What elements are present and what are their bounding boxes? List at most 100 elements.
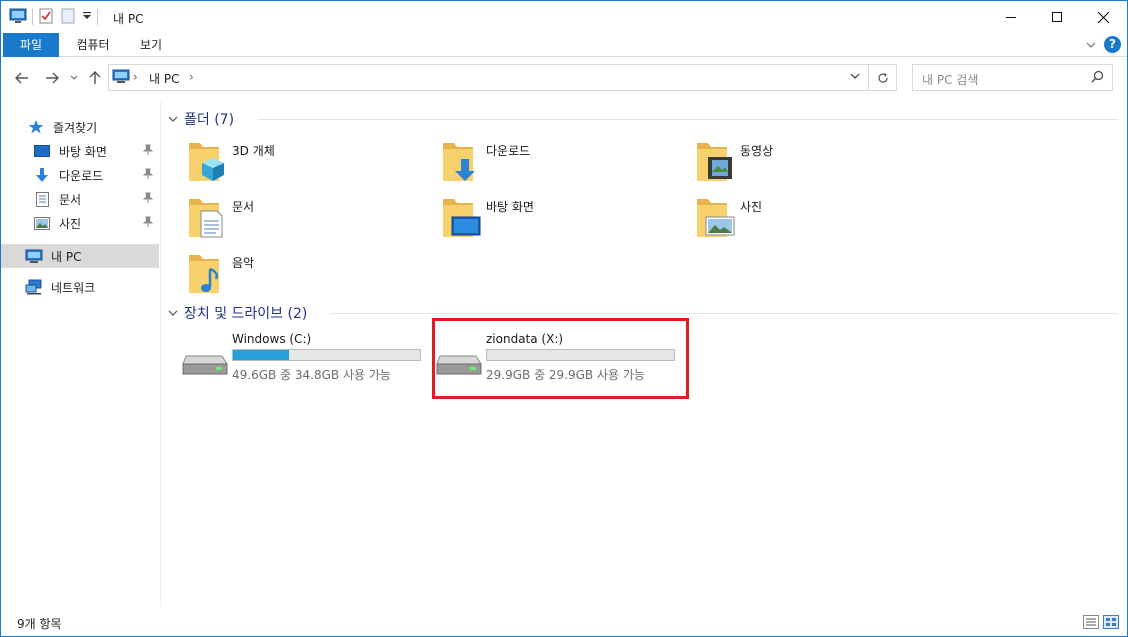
hard-drive-icon	[182, 355, 228, 375]
folder-music[interactable]: 음악	[186, 251, 436, 299]
nav-item-label: 내 PC	[51, 249, 82, 264]
folder-desktop[interactable]: 바탕 화면	[440, 195, 690, 243]
expand-ribbon-icon[interactable]	[1086, 38, 1096, 52]
folder-label: 바탕 화면	[486, 200, 534, 214]
folder-label: 사진	[740, 200, 763, 214]
tab-view[interactable]: 보기	[135, 33, 167, 57]
view-switcher	[1083, 615, 1119, 632]
drive-usage-bar	[232, 349, 421, 361]
computer-icon	[25, 248, 43, 264]
folder-videos[interactable]: 동영상	[694, 139, 944, 187]
3d-objects-folder-icon	[189, 143, 224, 181]
navigation-row: › 내 PC › 내 PC 검색	[1, 59, 1127, 97]
search-box[interactable]: 내 PC 검색	[912, 64, 1113, 91]
drive-free-space: 49.6GB 중 34.8GB 사용 가능	[232, 368, 391, 382]
folder-label: 문서	[232, 200, 255, 214]
customize-toolbar-dropdown-icon[interactable]	[82, 10, 92, 24]
pin-icon[interactable]	[142, 216, 154, 231]
search-placeholder: 내 PC 검색	[922, 73, 979, 87]
back-button[interactable]	[13, 68, 31, 88]
music-folder-icon	[189, 255, 219, 293]
folder-pictures[interactable]: 사진	[694, 195, 944, 243]
documents-folder-icon	[189, 199, 223, 238]
refresh-icon	[877, 72, 888, 83]
chevron-down-icon[interactable]	[168, 307, 184, 320]
forward-arrow-icon	[46, 72, 59, 84]
minimize-button[interactable]	[988, 1, 1034, 33]
computer-icon[interactable]	[9, 8, 27, 27]
back-arrow-icon	[15, 72, 28, 84]
details-view-icon[interactable]	[1083, 615, 1099, 632]
breadcrumb-current[interactable]: 내 PC	[149, 70, 179, 87]
nav-item-label: 네트워크	[51, 280, 96, 295]
group-header-folders[interactable]: 폴더 (7)	[168, 109, 1118, 129]
help-icon[interactable]: ?	[1104, 36, 1121, 53]
pin-icon[interactable]	[142, 144, 154, 159]
downloads-folder-icon	[443, 143, 475, 181]
chevron-down-icon[interactable]	[168, 113, 184, 126]
pictures-icon	[33, 215, 51, 231]
network-icon	[25, 279, 43, 295]
new-folder-icon[interactable]	[60, 8, 76, 27]
tab-file[interactable]: 파일	[3, 33, 59, 57]
search-icon[interactable]	[1091, 70, 1104, 86]
folder-downloads[interactable]: 다운로드	[440, 139, 690, 187]
close-icon	[1097, 11, 1109, 23]
properties-icon[interactable]	[38, 8, 54, 27]
nav-item-pictures[interactable]: 사진	[1, 211, 159, 235]
folder-label: 3D 개체	[232, 144, 275, 158]
folder-documents[interactable]: 문서	[186, 195, 436, 243]
refresh-button[interactable]	[869, 64, 897, 91]
breadcrumb-separator: ›	[189, 70, 194, 84]
computer-icon	[112, 69, 130, 87]
videos-folder-icon	[697, 143, 732, 181]
close-button[interactable]	[1080, 1, 1126, 33]
up-button[interactable]	[87, 68, 103, 88]
chevron-down-icon	[70, 75, 78, 80]
folder-label: 다운로드	[486, 144, 531, 158]
nav-item-label: 문서	[59, 192, 82, 207]
drive-usage-fill	[233, 350, 290, 360]
quick-access-toolbar	[9, 8, 103, 26]
group-title: 폴더 (7)	[184, 112, 235, 128]
ribbon-right-controls: ?	[1086, 36, 1121, 53]
nav-item-label: 다운로드	[59, 168, 104, 183]
address-bar[interactable]: › 내 PC ›	[108, 64, 869, 91]
minimize-icon	[1006, 17, 1016, 18]
nav-item-network[interactable]: 네트워크	[1, 275, 159, 299]
forward-button[interactable]	[43, 68, 61, 88]
nav-item-favorites[interactable]: 즐겨찾기	[1, 115, 159, 139]
nav-item-desktop[interactable]: 바탕 화면	[1, 139, 159, 163]
maximize-button[interactable]	[1034, 1, 1080, 33]
drive-name: Windows (C:)	[232, 332, 312, 346]
maximize-icon	[1052, 12, 1062, 22]
nav-item-documents[interactable]: 문서	[1, 187, 159, 211]
pictures-folder-icon	[697, 199, 735, 237]
nav-item-downloads[interactable]: 다운로드	[1, 163, 159, 187]
document-icon	[33, 191, 51, 207]
large-icons-view-icon[interactable]	[1103, 615, 1119, 632]
pin-icon[interactable]	[142, 192, 154, 207]
status-bar: 9개 항목	[1, 607, 1127, 636]
download-icon	[33, 167, 51, 183]
breadcrumb-separator: ›	[133, 70, 138, 84]
item-count: 9개 항목	[17, 617, 62, 631]
nav-item-label: 바탕 화면	[59, 144, 107, 159]
nav-item-this-pc[interactable]: 내 PC	[1, 244, 159, 268]
tab-computer[interactable]: 컴퓨터	[71, 33, 115, 57]
window-title: 내 PC	[113, 12, 144, 26]
up-arrow-icon	[89, 71, 101, 84]
pin-icon[interactable]	[142, 168, 154, 183]
ribbon-tabs: 파일 컴퓨터 보기 ?	[1, 33, 1127, 57]
explorer-window: 내 PC 파일 컴퓨터 보기 ? › 내 PC › 내 PC 검색 즐겨찾기 바…	[0, 0, 1128, 637]
title-bar: 내 PC	[1, 1, 1127, 33]
drive-c[interactable]: Windows (C:) 49.6GB 중 34.8GB 사용 가능	[182, 332, 432, 398]
group-title: 장치 및 드라이브 (2)	[184, 306, 308, 322]
recent-locations-button[interactable]	[68, 68, 80, 88]
navigation-pane: 즐겨찾기 바탕 화면 다운로드 문서 사진 내 PC 네트워크	[1, 101, 161, 606]
folder-label: 음악	[232, 256, 255, 270]
folder-label: 동영상	[740, 144, 774, 158]
address-dropdown-icon[interactable]	[850, 70, 860, 83]
content-pane: 폴더 (7) 3D 개체 다운로드 동영상 문서 바탕 화면 사진 음악 장치 …	[162, 101, 1127, 606]
folder-3d-objects[interactable]: 3D 개체	[186, 139, 436, 187]
